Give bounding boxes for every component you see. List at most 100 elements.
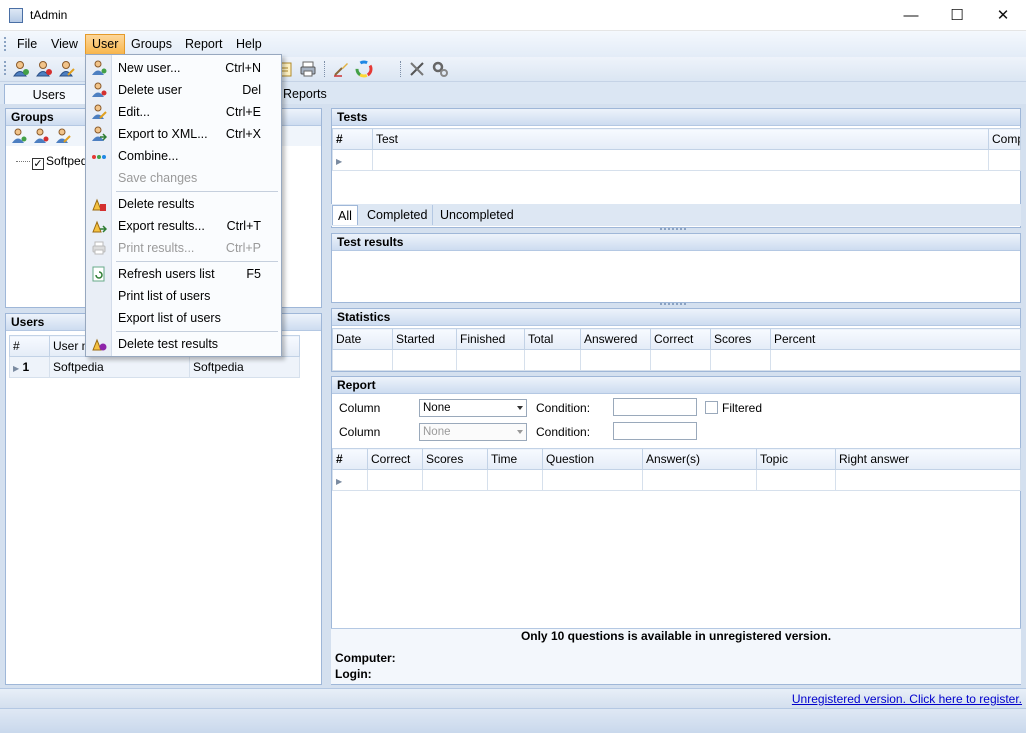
- close-button[interactable]: ✕: [980, 0, 1026, 31]
- settings-tools-icon[interactable]: [408, 60, 426, 78]
- edit-group-icon[interactable]: [55, 128, 71, 144]
- add-group-icon[interactable]: [11, 128, 27, 144]
- tests-filter-tabs: All Completed Uncompleted: [331, 204, 1021, 226]
- col-scores[interactable]: Scores: [422, 448, 488, 470]
- menu-file[interactable]: File: [11, 34, 43, 55]
- menu-item-label: Print list of users: [118, 289, 211, 303]
- tab-reports[interactable]: Reports: [275, 84, 335, 104]
- app-icon: [9, 8, 23, 23]
- statistics-table-header: Date Started Finished Total Answered Cor…: [332, 328, 1021, 350]
- col-topic[interactable]: Topic: [756, 448, 836, 470]
- refresh-icon: [92, 266, 105, 282]
- maximize-button[interactable]: ☐: [934, 0, 980, 31]
- cell: [392, 349, 457, 371]
- column-select-1[interactable]: None: [419, 399, 527, 417]
- row-indicator-icon: ▶: [13, 364, 20, 373]
- menu-item-delete-test-results[interactable]: Delete test results: [86, 333, 281, 355]
- menu-item-combine[interactable]: Combine...: [86, 145, 281, 167]
- col-right-answer[interactable]: Right answer: [835, 448, 1021, 470]
- cell: [367, 469, 423, 491]
- menu-item-new-user[interactable]: New user... Ctrl+N: [86, 57, 281, 79]
- col-scores[interactable]: Scores: [710, 328, 771, 350]
- minimize-button[interactable]: —: [888, 0, 934, 31]
- delete-results-icon: [92, 198, 106, 211]
- menu-item-export-users[interactable]: Export list of users: [86, 307, 281, 329]
- title-bar: tAdmin — ☐ ✕: [0, 0, 1026, 31]
- chevron-down-icon: [517, 406, 523, 410]
- menu-item-export-xml[interactable]: Export to XML... Ctrl+X: [86, 123, 281, 145]
- delete-group-icon[interactable]: [33, 128, 49, 144]
- splitter-handle[interactable]: [660, 228, 686, 232]
- menu-item-delete-user[interactable]: Delete user Del: [86, 79, 281, 101]
- col-number[interactable]: #: [332, 128, 373, 150]
- condition-input-1[interactable]: [613, 398, 697, 416]
- menu-groups[interactable]: Groups: [125, 34, 178, 55]
- menu-report[interactable]: Report: [179, 34, 229, 55]
- tree-connector: [16, 161, 30, 163]
- column-select-2[interactable]: None: [419, 423, 527, 441]
- col-number[interactable]: #: [332, 448, 368, 470]
- new-user-icon[interactable]: [12, 60, 30, 78]
- menu-item-export-results[interactable]: Export results... Ctrl+T: [86, 215, 281, 237]
- menu-help[interactable]: Help: [230, 34, 268, 55]
- menu-item-print-results[interactable]: Print results... Ctrl+P: [86, 237, 281, 259]
- col-total[interactable]: Total: [524, 328, 581, 350]
- table-row[interactable]: ▶: [332, 469, 1021, 491]
- menu-item-delete-results[interactable]: Delete results: [86, 193, 281, 215]
- edit-user-icon[interactable]: [58, 60, 76, 78]
- col-test[interactable]: Test: [372, 128, 989, 150]
- filter-tab-uncompleted[interactable]: Uncompleted: [435, 205, 519, 225]
- bottom-bar: [0, 708, 1026, 733]
- new-user-icon: [92, 60, 107, 75]
- menu-item-label: Delete user: [118, 83, 182, 97]
- menu-item-save-changes[interactable]: Save changes: [86, 167, 281, 189]
- color-wheel-icon[interactable]: [355, 60, 373, 78]
- table-row[interactable]: [332, 349, 1021, 371]
- filtered-label: Filtered: [722, 401, 763, 415]
- column-select-1-value: None: [423, 402, 451, 414]
- col-completed[interactable]: Comp: [988, 128, 1021, 150]
- report-table-header: # Correct Scores Time Question Answer(s)…: [332, 448, 1021, 470]
- menu-item-edit[interactable]: Edit... Ctrl+E: [86, 101, 281, 123]
- edit-user-icon: [92, 104, 107, 119]
- table-row[interactable]: ▶: [332, 149, 1021, 171]
- col-percent[interactable]: Percent: [770, 328, 1021, 350]
- menu-view[interactable]: View: [45, 34, 84, 55]
- clear-icon[interactable]: [332, 60, 350, 78]
- splitter-handle[interactable]: [660, 303, 686, 307]
- group-checkbox[interactable]: ✓: [32, 158, 44, 170]
- col-question[interactable]: Question: [542, 448, 643, 470]
- print-icon[interactable]: [299, 60, 317, 78]
- cell: [487, 469, 543, 491]
- col-finished[interactable]: Finished: [456, 328, 525, 350]
- filter-tab-all[interactable]: All: [332, 205, 358, 225]
- col-correct[interactable]: Correct: [367, 448, 423, 470]
- register-link[interactable]: Unregistered version. Click here to regi…: [792, 692, 1022, 706]
- col-answers[interactable]: Answer(s): [642, 448, 757, 470]
- menu-separator: [116, 191, 278, 192]
- menu-item-shortcut: F5: [246, 267, 261, 281]
- tab-users[interactable]: Users: [4, 84, 94, 104]
- col-time[interactable]: Time: [487, 448, 543, 470]
- col-started[interactable]: Started: [392, 328, 457, 350]
- menu-item-label: Edit...: [118, 105, 150, 119]
- filter-tab-completed[interactable]: Completed: [362, 205, 434, 225]
- menu-item-label: Export to XML...: [118, 127, 208, 141]
- cell: [524, 349, 581, 371]
- col-correct[interactable]: Correct: [650, 328, 711, 350]
- menu-user[interactable]: User: [85, 34, 126, 55]
- filtered-checkbox[interactable]: [705, 401, 718, 414]
- gear-icon[interactable]: [431, 60, 449, 78]
- delete-user-icon: [92, 82, 107, 97]
- col-answered[interactable]: Answered: [580, 328, 651, 350]
- cell: [770, 349, 1021, 371]
- col-number[interactable]: #: [9, 335, 50, 357]
- col-date[interactable]: Date: [332, 328, 393, 350]
- delete-user-icon[interactable]: [35, 60, 53, 78]
- condition-input-2[interactable]: [613, 422, 697, 440]
- menu-item-refresh-users[interactable]: Refresh users list F5: [86, 263, 281, 285]
- test-results-panel: Test results: [331, 233, 1021, 303]
- menu-item-print-users[interactable]: Print list of users: [86, 285, 281, 307]
- menu-item-label: Refresh users list: [118, 267, 215, 281]
- table-row[interactable]: ▶ 1 Softpedia Softpedia: [9, 356, 300, 378]
